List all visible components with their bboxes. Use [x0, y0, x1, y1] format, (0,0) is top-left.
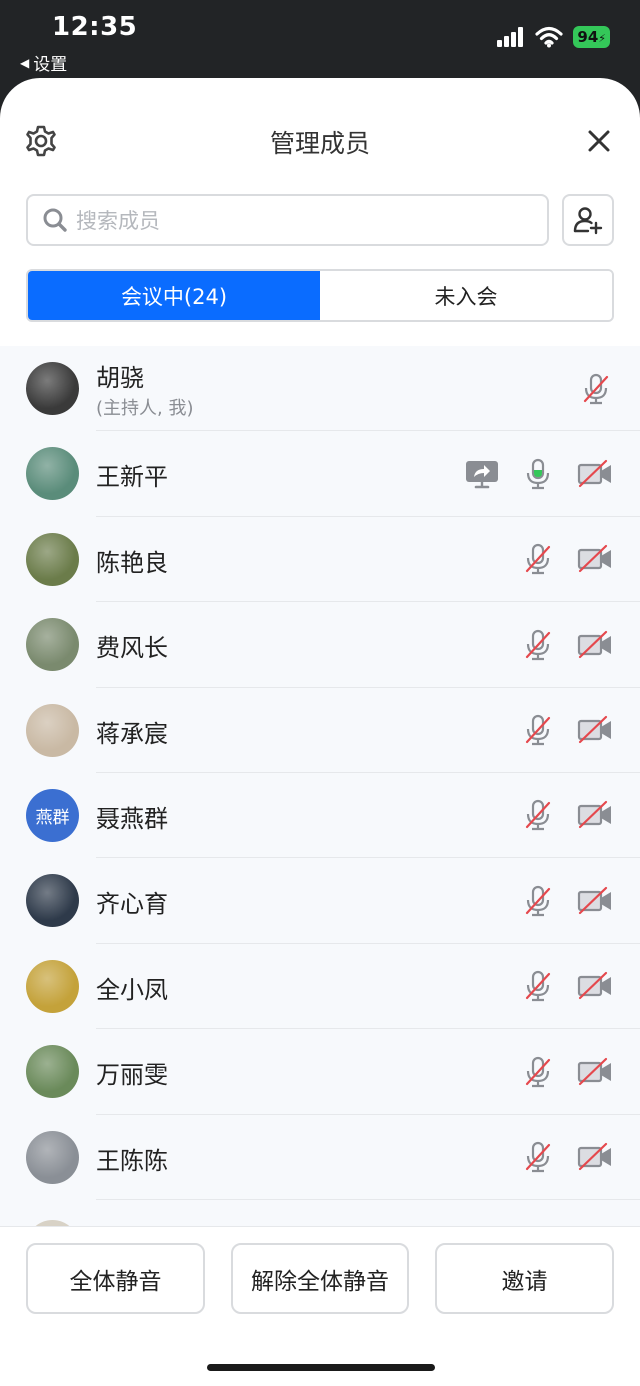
- tab-not-joined[interactable]: 未入会: [320, 271, 612, 320]
- member-tabs: 会议中(24) 未入会: [26, 269, 614, 322]
- mute-all-button[interactable]: 全体静音: [26, 1243, 205, 1314]
- participant-name: 陈艳良: [96, 548, 168, 577]
- footer-actions: 全体静音 解除全体静音 邀请: [0, 1226, 640, 1386]
- participant-controls: [520, 858, 614, 943]
- manage-members-sheet: 管理成员 搜索成员 会议中(24) 未入会 胡骁 (主持人, 我) 王新平陈艳良费风…: [0, 78, 640, 1386]
- camera-off-icon[interactable]: [576, 883, 614, 919]
- search-input[interactable]: 搜索成员: [26, 194, 549, 246]
- search-icon: [43, 208, 67, 232]
- participant-row[interactable]: 全小凤: [0, 944, 640, 1030]
- add-person-icon: [573, 207, 603, 235]
- back-to-settings[interactable]: ◀ 设置: [20, 50, 67, 75]
- avatar: [26, 1130, 79, 1184]
- tab-in-meeting[interactable]: 会议中(24): [28, 271, 320, 320]
- participant-list[interactable]: 胡骁 (主持人, 我) 王新平陈艳良费风长蒋承宸燕群 聂燕群齐心育全小凤万丽雯王陈陈: [0, 346, 640, 1228]
- participant-controls: [520, 1029, 614, 1114]
- participant-name: 王陈陈: [96, 1146, 168, 1175]
- wifi-icon: [535, 26, 563, 48]
- page-title: 管理成员: [269, 129, 370, 158]
- mic-muted-icon[interactable]: [520, 883, 556, 919]
- avatar: 燕群: [26, 788, 79, 842]
- participant-name: 全小凤: [96, 975, 168, 1004]
- camera-off-icon[interactable]: [576, 456, 614, 492]
- status-bar: 12:35 ◀ 设置 94⚡: [0, 0, 640, 80]
- participant-controls: [520, 1115, 614, 1200]
- home-indicator: [207, 1364, 435, 1371]
- participant-role: (主持人, 我): [96, 398, 194, 419]
- sheet-header: 管理成员: [0, 78, 640, 208]
- participant-row[interactable]: 王陈陈: [0, 1115, 640, 1201]
- participant-controls: [520, 602, 614, 687]
- mic-on-icon[interactable]: [520, 456, 556, 492]
- participant-controls: [520, 517, 614, 602]
- status-icons: 94⚡: [497, 26, 610, 48]
- participant-name: 王新平: [96, 463, 168, 492]
- avatar: [26, 703, 79, 757]
- participant-name: 万丽雯: [96, 1061, 168, 1090]
- search-placeholder: 搜索成员: [76, 209, 160, 233]
- participant-row[interactable]: 万丽雯: [0, 1029, 640, 1115]
- camera-off-icon[interactable]: [576, 1139, 614, 1175]
- avatar: [26, 1045, 79, 1099]
- add-member-button[interactable]: [562, 194, 614, 246]
- participant-controls: [578, 346, 614, 431]
- participant-row[interactable]: 费风长: [0, 602, 640, 688]
- participant-name: 费风长: [96, 634, 168, 663]
- close-icon[interactable]: [584, 126, 614, 156]
- camera-off-icon[interactable]: [576, 712, 614, 748]
- mic-muted-icon[interactable]: [520, 627, 556, 663]
- camera-off-icon[interactable]: [576, 968, 614, 1004]
- participant-controls: [520, 944, 614, 1029]
- screen-share-icon: [464, 456, 500, 492]
- participant-name: 蒋承宸: [96, 719, 168, 748]
- camera-off-icon[interactable]: [576, 797, 614, 833]
- participant-row[interactable]: 胡骁 (主持人, 我): [0, 346, 640, 432]
- avatar: [26, 362, 79, 415]
- mic-muted-icon[interactable]: [520, 1054, 556, 1090]
- participant-name: 齐心育: [96, 890, 168, 919]
- back-label: 设置: [33, 55, 68, 75]
- camera-off-icon[interactable]: [576, 541, 614, 577]
- participant-name: 聂燕群: [96, 804, 168, 833]
- camera-off-icon[interactable]: [576, 1054, 614, 1090]
- battery-level: 94: [577, 28, 599, 46]
- participant-controls: [520, 773, 614, 858]
- battery-icon: 94⚡: [573, 26, 610, 48]
- participant-row[interactable]: 燕群 聂燕群: [0, 773, 640, 859]
- mic-muted-icon[interactable]: [520, 541, 556, 577]
- back-triangle-icon: ◀: [20, 55, 30, 70]
- participant-row[interactable]: 蒋承宸: [0, 688, 640, 774]
- avatar: [26, 874, 79, 928]
- participant-row[interactable]: 齐心育: [0, 858, 640, 945]
- mic-muted-icon[interactable]: [520, 968, 556, 1004]
- avatar: [26, 532, 79, 586]
- unmute-all-button[interactable]: 解除全体静音: [231, 1243, 409, 1314]
- mic-muted-icon[interactable]: [520, 797, 556, 833]
- avatar: [26, 959, 79, 1013]
- invite-button[interactable]: 邀请: [435, 1243, 614, 1314]
- mic-muted-icon[interactable]: [578, 371, 614, 407]
- mic-muted-icon[interactable]: [520, 1139, 556, 1175]
- avatar: [26, 447, 79, 501]
- participant-row[interactable]: 陈艳良: [0, 517, 640, 603]
- participant-row[interactable]: 王新平: [0, 431, 640, 518]
- camera-off-icon[interactable]: [576, 627, 614, 663]
- participant-controls: [464, 431, 614, 516]
- clock: 12:35: [52, 12, 138, 42]
- participant-name: 胡骁: [96, 364, 144, 392]
- avatar: [26, 618, 79, 672]
- cellular-signal-icon: [497, 27, 524, 47]
- participant-controls: [520, 688, 614, 773]
- mic-muted-icon[interactable]: [520, 712, 556, 748]
